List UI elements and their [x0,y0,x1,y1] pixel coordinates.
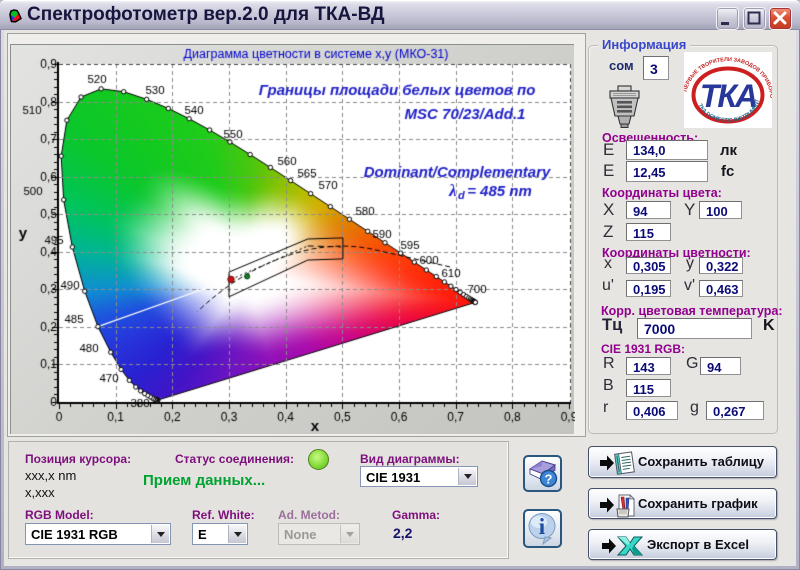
svg-text:?: ? [545,472,553,487]
svg-text:i: i [539,514,546,539]
svg-text:ТКА: ТКА [700,78,756,114]
